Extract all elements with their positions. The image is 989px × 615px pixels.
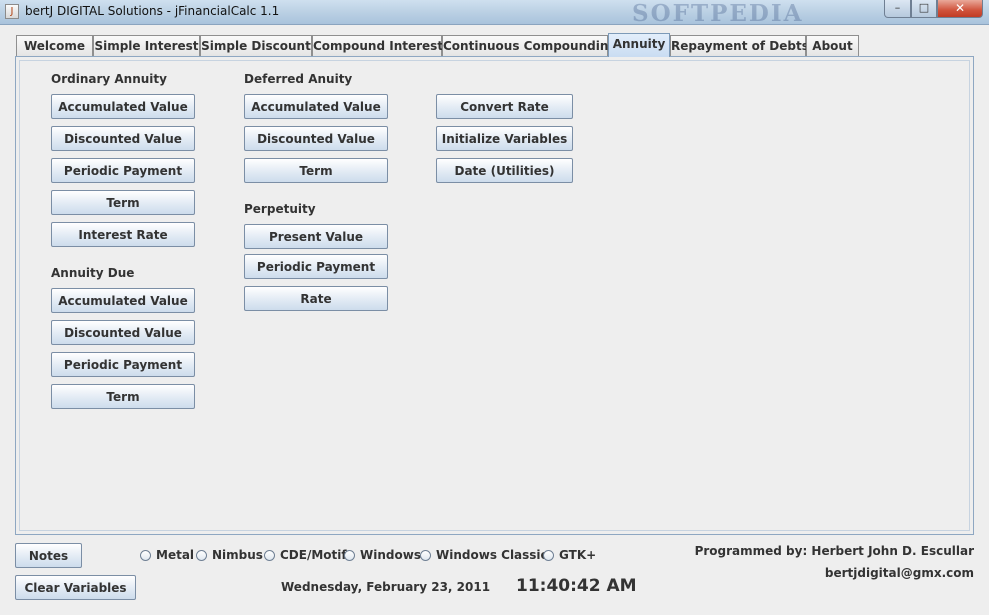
- minimize-button[interactable]: –: [884, 0, 911, 18]
- due-accumulated-value-button[interactable]: Accumulated Value: [51, 288, 195, 313]
- maximize-icon: □: [918, 1, 930, 14]
- current-time: 11:40:42 AM: [516, 576, 637, 596]
- watermark-logo: SOFTPEDIA: [632, 0, 804, 27]
- radio-label: Windows: [360, 548, 421, 562]
- tab-simple-discount[interactable]: Simple Discount: [200, 35, 312, 56]
- window-title: bertJ DIGITAL Solutions - jFinancialCalc…: [25, 4, 280, 18]
- tab-welcome[interactable]: Welcome: [16, 35, 93, 56]
- java-app-icon[interactable]: J: [5, 4, 19, 19]
- radio-label: GTK+: [559, 548, 597, 562]
- tab-repayment-of-debts[interactable]: Repayment of Debts: [670, 35, 809, 56]
- radio-nimbus[interactable]: Nimbus: [196, 548, 263, 564]
- due-discounted-value-button[interactable]: Discounted Value: [51, 320, 195, 345]
- ordinary-periodic-payment-button[interactable]: Periodic Payment: [51, 158, 195, 183]
- perpetuity-present-value-button[interactable]: Present Value: [244, 224, 388, 249]
- minimize-icon: –: [894, 1, 901, 14]
- contact-email: bertjdigital@gmx.com: [824, 566, 974, 580]
- radio-label: Nimbus: [212, 548, 263, 562]
- radio-label: Windows Classic: [436, 548, 548, 562]
- perpetuity-rate-button[interactable]: Rate: [244, 286, 388, 311]
- deferred-annuity-heading: Deferred Anuity: [244, 72, 353, 86]
- deferred-term-button[interactable]: Term: [244, 158, 388, 183]
- tab-simple-interest[interactable]: Simple Interest: [93, 35, 200, 56]
- radio-circle-icon: [140, 550, 151, 561]
- radio-circle-icon: [264, 550, 275, 561]
- radio-gtk[interactable]: GTK+: [543, 548, 596, 564]
- tab-annuity[interactable]: Annuity: [608, 33, 670, 57]
- close-button[interactable]: ✕: [937, 0, 983, 18]
- radio-circle-icon: [420, 550, 431, 561]
- deferred-discounted-value-button[interactable]: Discounted Value: [244, 126, 388, 151]
- due-periodic-payment-button[interactable]: Periodic Payment: [51, 352, 195, 377]
- initialize-variables-button[interactable]: Initialize Variables: [436, 126, 573, 151]
- ordinary-discounted-value-button[interactable]: Discounted Value: [51, 126, 195, 151]
- radio-circle-icon: [196, 550, 207, 561]
- ordinary-accumulated-value-button[interactable]: Accumulated Value: [51, 94, 195, 119]
- title-bar: J bertJ DIGITAL Solutions - jFinancialCa…: [0, 0, 989, 27]
- convert-rate-button[interactable]: Convert Rate: [436, 94, 573, 119]
- notes-button[interactable]: Notes: [15, 543, 82, 568]
- tab-about[interactable]: About: [806, 35, 859, 56]
- tab-compound-interest[interactable]: Compound Interest: [312, 35, 443, 56]
- programmer-credit: Programmed by: Herbert John D. Escullar: [694, 544, 974, 558]
- close-icon: ✕: [954, 1, 966, 15]
- clear-variables-button[interactable]: Clear Variables: [15, 575, 136, 600]
- radio-circle-icon: [344, 550, 355, 561]
- radio-circle-icon: [543, 550, 554, 561]
- ordinary-annuity-heading: Ordinary Annuity: [51, 72, 167, 86]
- ordinary-interest-rate-button[interactable]: Interest Rate: [51, 222, 195, 247]
- radio-windows[interactable]: Windows: [344, 548, 421, 564]
- date-utilities-button[interactable]: Date (Utilities): [436, 158, 573, 183]
- deferred-accumulated-value-button[interactable]: Accumulated Value: [244, 94, 388, 119]
- due-term-button[interactable]: Term: [51, 384, 195, 409]
- radio-cde-motif[interactable]: CDE/Motif: [264, 548, 347, 564]
- annuity-due-heading: Annuity Due: [51, 266, 135, 280]
- maximize-button[interactable]: □: [911, 0, 937, 18]
- ordinary-term-button[interactable]: Term: [51, 190, 195, 215]
- tab-continuous-compounding[interactable]: Continuous Compounding: [442, 35, 617, 56]
- radio-label: CDE/Motif: [280, 548, 347, 562]
- perpetuity-periodic-payment-button[interactable]: Periodic Payment: [244, 254, 388, 279]
- perpetuity-heading: Perpetuity: [244, 202, 316, 216]
- current-date: Wednesday, February 23, 2011: [281, 580, 491, 594]
- radio-label: Metal: [156, 548, 195, 562]
- radio-metal[interactable]: Metal: [140, 548, 194, 564]
- radio-windows-classic[interactable]: Windows Classic: [420, 548, 548, 564]
